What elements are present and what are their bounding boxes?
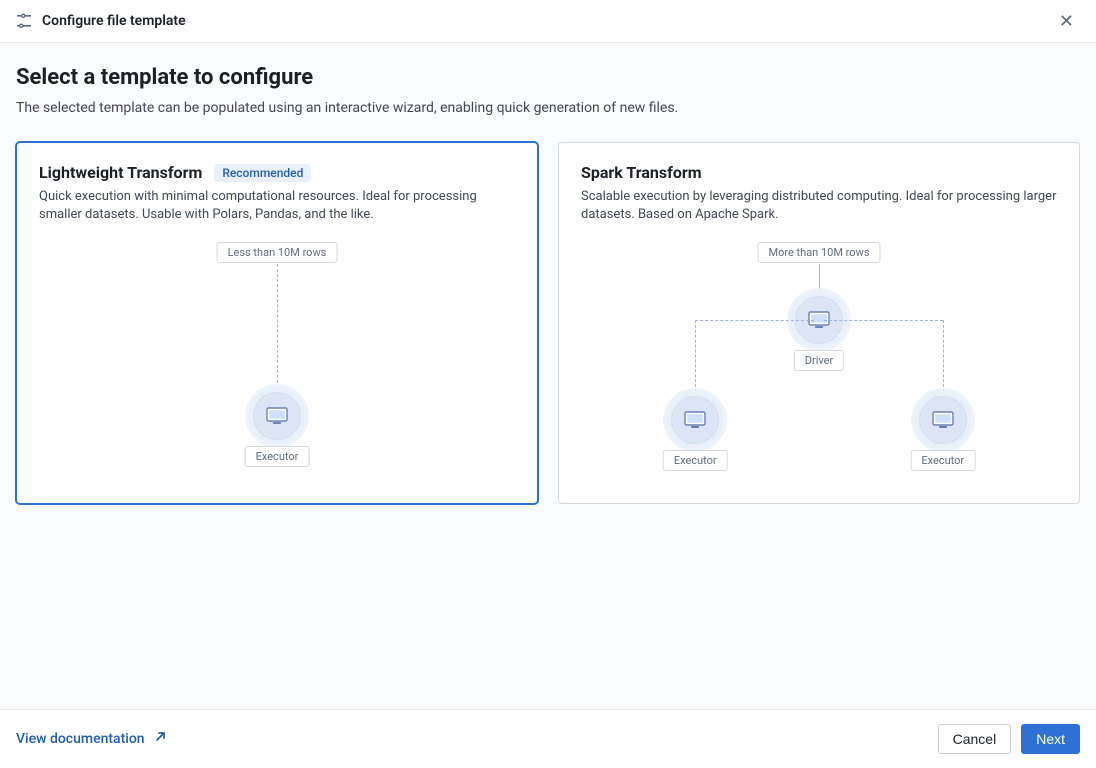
connector-line — [277, 264, 278, 388]
template-cards-row: Lightweight Transform Recommended Quick … — [16, 142, 1080, 504]
dialog-body: Select a template to configure The selec… — [0, 43, 1096, 709]
card-description-spark: Scalable execution by leveraging distrib… — [581, 188, 1057, 224]
card-description-lightweight: Quick execution with minimal computation… — [39, 188, 515, 224]
computer-icon — [684, 411, 706, 429]
dialog-header-left: Configure file template — [16, 13, 186, 29]
view-documentation-link[interactable]: View documentation — [16, 730, 167, 748]
template-card-spark[interactable]: Spark Transform Scalable execution by le… — [558, 142, 1080, 504]
executor-label-left: Executor — [663, 450, 728, 471]
recommended-badge: Recommended — [214, 164, 311, 182]
executor-node-icon — [245, 384, 309, 448]
diagram-spark: More than 10M rows Driver — [581, 242, 1057, 481]
executor-node-left-icon — [663, 388, 727, 452]
close-button[interactable]: ✕ — [1053, 10, 1080, 32]
executor-label-right: Executor — [910, 450, 975, 471]
page-subtitle: The selected template can be populated u… — [16, 100, 1080, 116]
diagram-lightweight: Less than 10M rows Executor — [39, 242, 515, 481]
connector-line-right-v — [943, 320, 944, 392]
doc-link-label: View documentation — [16, 731, 145, 747]
size-hint-spark: More than 10M rows — [757, 242, 880, 263]
external-link-icon — [153, 730, 167, 748]
footer-actions: Cancel Next — [938, 724, 1080, 754]
card-header-spark: Spark Transform — [581, 163, 1057, 182]
size-hint-lightweight: Less than 10M rows — [217, 242, 338, 263]
next-button[interactable]: Next — [1021, 724, 1080, 754]
configure-template-icon — [16, 13, 32, 29]
close-icon: ✕ — [1059, 11, 1074, 31]
computer-icon — [266, 407, 288, 425]
dialog-title: Configure file template — [42, 13, 186, 29]
executor-label-lightweight: Executor — [245, 446, 310, 467]
computer-icon — [932, 411, 954, 429]
connector-line-left-h — [695, 320, 814, 321]
connector-line-right-h — [824, 320, 943, 321]
card-title-lightweight: Lightweight Transform — [39, 163, 202, 182]
page-title: Select a template to configure — [16, 65, 1080, 90]
card-title-spark: Spark Transform — [581, 163, 702, 182]
driver-label: Driver — [794, 350, 844, 371]
card-header-lightweight: Lightweight Transform Recommended — [39, 163, 515, 182]
dialog-header: Configure file template ✕ — [0, 0, 1096, 43]
executor-node-right-icon — [911, 388, 975, 452]
connector-line-left-v — [695, 320, 696, 392]
template-card-lightweight[interactable]: Lightweight Transform Recommended Quick … — [16, 142, 538, 504]
cancel-button[interactable]: Cancel — [938, 724, 1012, 754]
dialog-footer: View documentation Cancel Next — [0, 709, 1096, 768]
